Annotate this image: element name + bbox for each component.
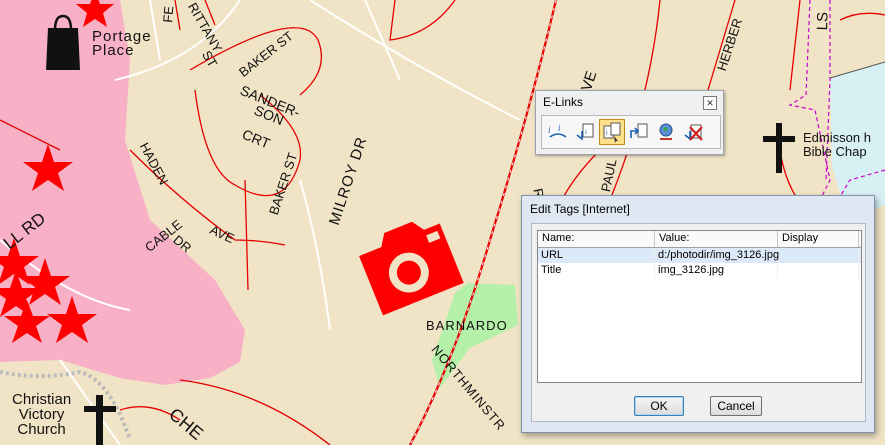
table-row[interactable]: URL d:/photodir/img_3126.jpg — [538, 248, 861, 263]
svg-text:i: i — [558, 123, 561, 133]
elinks-title: E-Links — [543, 95, 584, 109]
cancel-button[interactable]: Cancel — [710, 396, 762, 416]
tag-display-cell — [778, 263, 859, 278]
tag-name-cell: URL — [538, 248, 655, 263]
elinks-toolbar: E-Links ✕ ii i i — [535, 90, 724, 155]
tag-value-cell: img_3126.jpg — [655, 263, 778, 278]
street-label-barnardo: BARNARDO — [426, 318, 508, 333]
remove-link-icon[interactable] — [680, 119, 706, 145]
street-label-ls: LS — [814, 11, 832, 31]
link-icon[interactable]: ii — [545, 119, 571, 145]
tag-value-cell: d:/photodir/img_3126.jpg — [655, 248, 779, 263]
dialog-body: Name: Value: Display URL d:/photodir/img… — [531, 223, 866, 422]
globe-icon[interactable] — [653, 119, 679, 145]
edit-tags-icon[interactable]: i — [599, 119, 625, 145]
svg-text:i: i — [548, 125, 551, 135]
open-link-icon[interactable] — [626, 119, 652, 145]
elinks-tool-strip: ii i i — [541, 115, 721, 149]
tag-name-cell: Title — [538, 263, 655, 278]
tags-list-header: Name: Value: Display — [538, 231, 861, 248]
column-header-value[interactable]: Value: — [655, 231, 778, 247]
ok-button[interactable]: OK — [634, 396, 684, 416]
column-header-display[interactable]: Display — [778, 231, 859, 247]
dialog-title: Edit Tags [Internet] — [530, 202, 630, 216]
edit-tags-dialog: Edit Tags [Internet] Name: Value: Displa… — [521, 195, 875, 433]
street-label-fe: FE — [160, 5, 177, 24]
attach-doc-icon[interactable]: i — [572, 119, 598, 145]
column-header-name[interactable]: Name: — [538, 231, 655, 247]
tag-display-cell — [778, 248, 859, 263]
place-label-christian-victory-church: Christian Victory Church — [12, 391, 72, 438]
close-icon[interactable]: ✕ — [703, 96, 717, 110]
table-row[interactable]: Title img_3126.jpg — [538, 263, 861, 278]
tags-list[interactable]: Name: Value: Display URL d:/photodir/img… — [537, 230, 862, 383]
place-label-portage: Portage Place — [92, 28, 152, 59]
place-label-edmisson: Edmisson h Bible Chap — [803, 130, 871, 159]
svg-text:i: i — [585, 128, 587, 136]
